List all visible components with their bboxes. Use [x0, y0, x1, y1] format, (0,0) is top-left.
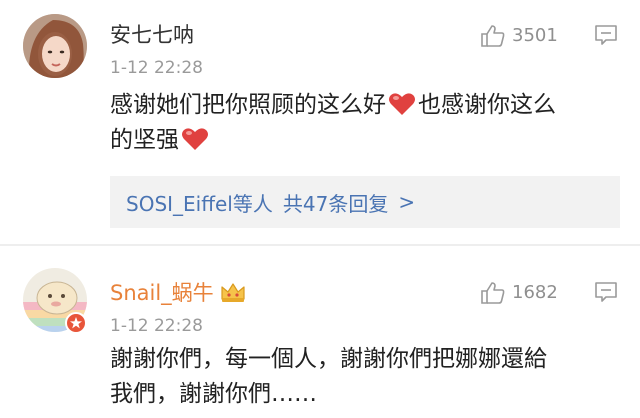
avatar[interactable]: [23, 14, 87, 78]
heart-icon: [389, 93, 415, 115]
verified-badge-icon: [65, 312, 87, 334]
comment-time: 1-12 22:28: [110, 316, 203, 336]
view-replies-link[interactable]: SOSI_Eiffel等人 共47条回复 >: [110, 176, 620, 228]
heart-icon: [182, 128, 208, 150]
text-segment: 也感谢你这么: [418, 92, 556, 118]
avatar-photo: [23, 14, 87, 78]
username[interactable]: Snail_蜗牛: [110, 280, 246, 306]
comment-text-line: 的坚强: [110, 123, 620, 158]
comment-text: 謝謝你們，每一個人，謝謝你們把娜娜還給 我們，謝謝你們……: [110, 342, 620, 412]
comment-menu-button[interactable]: [594, 281, 618, 307]
thumb-up-icon: [481, 25, 505, 47]
comment-menu-icon: [595, 25, 617, 45]
username[interactable]: 安七七呐: [110, 22, 194, 48]
crown-badge-icon: [221, 283, 245, 302]
reply-names: SOSI_Eiffel等人: [126, 191, 273, 216]
comment-menu-button[interactable]: [594, 24, 618, 50]
thumb-up-icon: [481, 282, 505, 304]
comment-text-line: 感谢她们把你照顾的这么好 也感谢你这么: [110, 88, 620, 123]
comment-text-line: 謝謝你們，每一個人，謝謝你們把娜娜還給: [110, 346, 547, 372]
chevron-right-icon: >: [398, 190, 416, 214]
comment-text-line: 我們，謝謝你們……: [110, 381, 317, 407]
text-segment: 感谢她们把你照顾的这么好: [110, 92, 386, 118]
comment-menu-icon: [595, 282, 617, 302]
comment-feed: 安七七呐 1-12 22:28 3501 感谢她们把你照顾的这么好 也感谢你这么: [0, 0, 640, 418]
like-count: 1682: [512, 282, 558, 303]
avatar[interactable]: [23, 268, 87, 334]
comment-time: 1-12 22:28: [110, 58, 203, 78]
comment-text: 感谢她们把你照顾的这么好 也感谢你这么 的坚强: [110, 88, 620, 158]
username-text: Snail_蜗牛: [110, 281, 214, 305]
comment-item: Snail_蜗牛 1-12 22:28 1682 謝謝你們，每一個人，謝謝你們把…: [0, 246, 640, 418]
like-count: 3501: [512, 25, 558, 46]
text-segment: 的坚强: [110, 127, 179, 153]
like-button[interactable]: 3501: [480, 24, 558, 48]
comment-item: 安七七呐 1-12 22:28 3501 感谢她们把你照顾的这么好 也感谢你这么: [0, 0, 640, 244]
like-button[interactable]: 1682: [480, 281, 558, 305]
reply-count: 共47条回复: [282, 191, 389, 216]
